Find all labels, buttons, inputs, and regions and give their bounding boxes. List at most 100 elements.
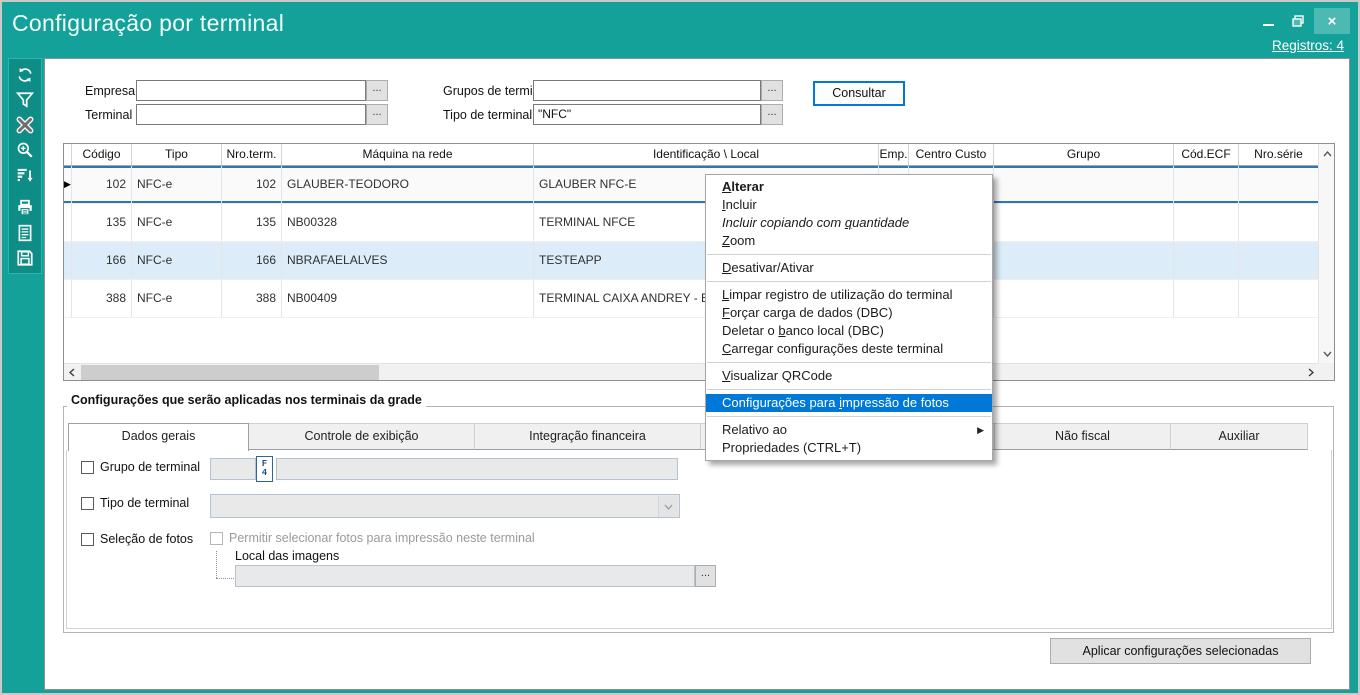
column-header[interactable]: Máquina na rede: [282, 144, 534, 165]
sort-icon[interactable]: [10, 162, 40, 187]
tipo-terminal-label: Tipo de terminal: [443, 108, 532, 122]
table-cell: [994, 166, 1174, 203]
grupos-terminais-input[interactable]: [533, 80, 761, 101]
tab-controle-de-exibi-o[interactable]: Controle de exibição: [248, 423, 475, 450]
scroll-right-icon[interactable]: [1303, 364, 1319, 380]
menu-carregar-configuracoes[interactable]: Carregar configurações deste terminal: [706, 340, 992, 358]
column-header[interactable]: Nro.term.: [222, 144, 282, 165]
table-row[interactable]: 388NFC-e388NB00409TERMINAL CAIXA ANDREY …: [64, 280, 1319, 318]
row-gutter: [64, 242, 72, 279]
report-icon[interactable]: [10, 220, 40, 245]
tipo-terminal-checkbox[interactable]: [81, 497, 94, 510]
grupos-browse-button[interactable]: ...: [761, 80, 783, 101]
table-cell: NFC-e: [132, 242, 222, 279]
row-pointer-icon: ▶: [64, 179, 71, 189]
table-row[interactable]: 135NFC-e135NB00328TERMINAL NFCE: [64, 204, 1319, 242]
clear-filter-icon[interactable]: [10, 112, 40, 137]
local-imagens-input[interactable]: [235, 565, 695, 587]
tipo-terminal-input[interactable]: "NFC": [533, 104, 761, 125]
menu-desativar-ativar[interactable]: Desativar/Ativar: [706, 259, 992, 277]
menu-separator: [707, 281, 991, 282]
menu-zoom[interactable]: Zoom: [706, 232, 992, 250]
tab-integra-o-financeira[interactable]: Integração financeira: [474, 423, 701, 450]
menu-separator: [707, 416, 991, 417]
restore-button[interactable]: [1284, 8, 1312, 34]
apply-configurations-button[interactable]: Aplicar configurações selecionadas: [1050, 638, 1311, 664]
menu-limpar-registro[interactable]: Limpar registro de utilização do termina…: [706, 286, 992, 304]
table-cell: 388: [222, 280, 282, 317]
tab-auxiliar[interactable]: Auxiliar: [1170, 423, 1308, 450]
table-cell: 388: [72, 280, 132, 317]
empresa-label: Empresa: [85, 84, 135, 98]
close-button[interactable]: ×: [1314, 8, 1350, 34]
table-cell: 166: [72, 242, 132, 279]
menu-alterar[interactable]: Alterar: [706, 178, 992, 196]
selecao-fotos-checkbox[interactable]: [81, 533, 94, 546]
menu-relativo-ao[interactable]: Relativo ao▶: [706, 421, 992, 439]
menu-separator: [707, 362, 991, 363]
local-imagens-label: Local das imagens: [235, 549, 339, 563]
table-cell: [1174, 204, 1239, 241]
tab-dados-gerais[interactable]: Dados gerais: [68, 423, 249, 451]
filter-icon[interactable]: [10, 87, 40, 112]
f4-lookup-button[interactable]: F4: [256, 456, 273, 482]
menu-deletar-banco[interactable]: Deletar o banco local (DBC): [706, 322, 992, 340]
empresa-input[interactable]: [136, 80, 366, 101]
grid-gutter-header: [64, 144, 72, 165]
grupo-terminal-checkbox-label: Grupo de terminal: [100, 460, 200, 474]
terminal-input[interactable]: [136, 104, 366, 125]
selecao-fotos-checkbox-label: Seleção de fotos: [100, 532, 193, 546]
empresa-browse-button[interactable]: ...: [366, 80, 388, 101]
table-cell: [1239, 280, 1319, 317]
column-header[interactable]: Identificação \ Local: [534, 144, 879, 165]
local-imagens-browse-button[interactable]: ...: [695, 565, 716, 587]
table-cell: 135: [222, 204, 282, 241]
scrollbar-thumb[interactable]: [81, 365, 379, 380]
zoom-icon[interactable]: [10, 137, 40, 162]
scroll-left-icon[interactable]: [64, 364, 80, 380]
grid-rows-area[interactable]: CódigoTipoNro.term.Máquina na redeIdenti…: [64, 144, 1319, 363]
consultar-button[interactable]: Consultar: [813, 81, 905, 106]
tree-connector-line: [216, 578, 234, 579]
table-cell: NBRAFAELALVES: [282, 242, 534, 279]
registros-link[interactable]: Registros: 4: [1272, 38, 1344, 53]
scroll-up-icon[interactable]: [1319, 146, 1335, 162]
grupo-terminal-name-input[interactable]: [276, 458, 678, 480]
column-header[interactable]: Código: [72, 144, 132, 165]
column-header[interactable]: Cód.ECF: [1174, 144, 1239, 165]
grupo-terminal-code-input[interactable]: [210, 458, 256, 480]
menu-visualizar-qrcode[interactable]: Visualizar QRCode: [706, 367, 992, 385]
menu-incluir-copiando[interactable]: Incluir copiando com quantidade: [706, 214, 992, 232]
minimize-button[interactable]: [1254, 8, 1282, 34]
refresh-icon[interactable]: [10, 62, 40, 87]
table-row[interactable]: 166NFC-e166NBRAFAELALVESTESTEAPP: [64, 242, 1319, 280]
chevron-down-icon[interactable]: [658, 496, 678, 517]
grid-horizontal-scrollbar[interactable]: [64, 363, 1319, 380]
column-header[interactable]: Emp.: [879, 144, 909, 165]
column-header[interactable]: Tipo: [132, 144, 222, 165]
config-tabstrip: Dados geraisControle de exibiçãoIntegraç…: [68, 423, 1307, 450]
tree-connector-line: [216, 551, 217, 578]
menu-propriedades[interactable]: Propriedades (CTRL+T): [706, 439, 992, 457]
terminal-browse-button[interactable]: ...: [366, 104, 388, 125]
tipo-terminal-checkbox-label: Tipo de terminal: [100, 496, 189, 510]
permitir-fotos-checkbox[interactable]: [210, 532, 223, 545]
close-icon: ×: [1328, 13, 1337, 30]
column-header[interactable]: Nro.série: [1239, 144, 1319, 165]
column-header[interactable]: Centro Custo: [909, 144, 994, 165]
restore-icon: [1292, 15, 1304, 27]
column-header[interactable]: Grupo: [994, 144, 1174, 165]
table-cell: [1239, 242, 1319, 279]
grupo-terminal-checkbox[interactable]: [81, 461, 94, 474]
table-row[interactable]: ▶102NFC-e102GLAUBER-TEODOROGLAUBER NFC-E: [64, 166, 1319, 204]
menu-incluir[interactable]: Incluir: [706, 196, 992, 214]
print-icon[interactable]: [10, 195, 40, 220]
menu-forcar-carga[interactable]: Forçar carga de dados (DBC): [706, 304, 992, 322]
tab-n-o-fiscal[interactable]: Não fiscal: [994, 423, 1171, 450]
tipo-terminal-combobox[interactable]: [210, 494, 680, 518]
scroll-down-icon[interactable]: [1319, 346, 1335, 362]
menu-config-impressao-fotos[interactable]: Configurações para impressão de fotos: [706, 394, 992, 412]
tipo-browse-button[interactable]: ...: [761, 104, 783, 125]
grid-vertical-scrollbar[interactable]: [1318, 144, 1334, 364]
save-icon[interactable]: [10, 245, 40, 270]
